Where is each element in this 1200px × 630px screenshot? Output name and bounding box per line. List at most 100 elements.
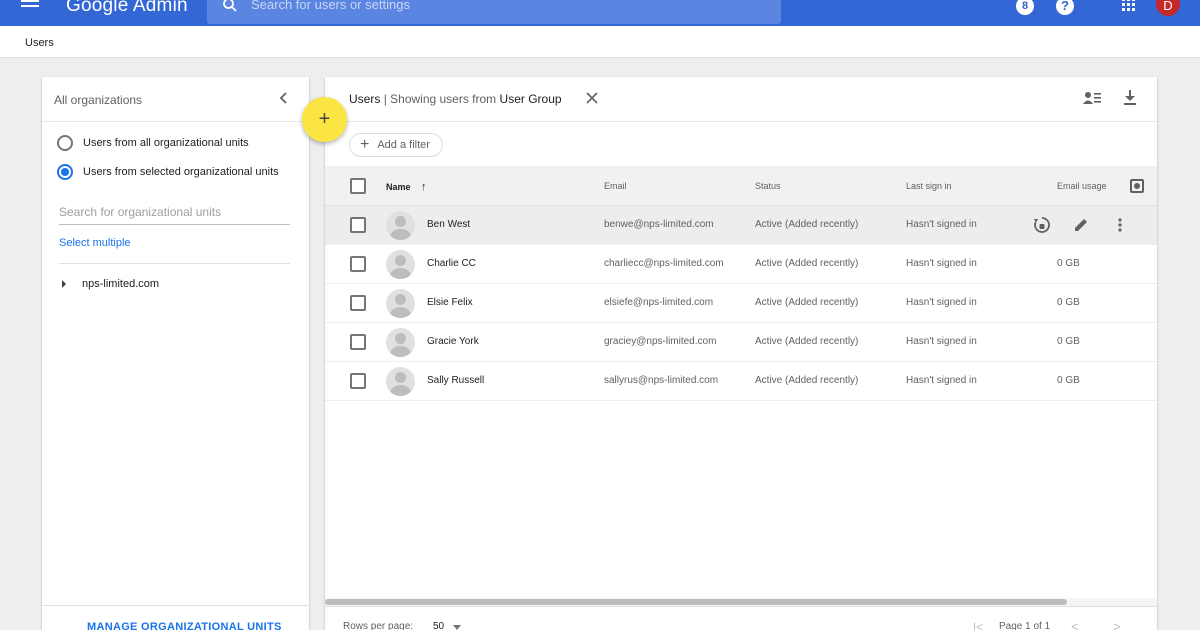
org-panel-header: All organizations bbox=[42, 77, 309, 122]
select-all-checkbox[interactable] bbox=[350, 178, 366, 194]
users-panel-header: Users | Showing users from User Group bbox=[325, 77, 1157, 122]
table-header: Name ↑ Email Status Last sign in Email u… bbox=[325, 166, 1157, 206]
row-checkbox[interactable] bbox=[350, 373, 366, 389]
manage-ou-button[interactable]: MANAGE ORGANIZATIONAL UNITS bbox=[87, 621, 282, 630]
radio-button-checked[interactable] bbox=[57, 164, 73, 180]
menu-icon[interactable] bbox=[21, 0, 41, 12]
radio-all-units[interactable]: Users from all organizational units bbox=[57, 134, 249, 152]
table-footer: Rows per page: 50 |< Page 1 of 1 < > bbox=[325, 606, 1157, 630]
title-middle: | Showing users from bbox=[383, 92, 497, 106]
user-last-sign-in: Hasn't signed in bbox=[906, 258, 977, 269]
table-row[interactable]: Elsie Felix elsiefe@nps-limited.com Acti… bbox=[325, 284, 1157, 323]
table-row[interactable]: Ben West benwe@nps-limited.com Active (A… bbox=[325, 206, 1157, 245]
app-bar: Google Admin Search for users or setting… bbox=[0, 0, 1200, 26]
column-header-last-sign-in[interactable]: Last sign in bbox=[906, 181, 952, 191]
user-email: elsiefe@nps-limited.com bbox=[604, 297, 714, 308]
user-avatar bbox=[386, 328, 415, 357]
user-email-usage: 0 GB bbox=[1057, 375, 1080, 386]
app-logo[interactable]: Google Admin bbox=[66, 0, 188, 17]
reset-password-icon[interactable] bbox=[1033, 216, 1051, 234]
more-options-icon[interactable] bbox=[1111, 216, 1129, 234]
divider bbox=[42, 605, 309, 606]
close-icon[interactable] bbox=[586, 92, 598, 104]
user-name[interactable]: Gracie York bbox=[427, 336, 479, 347]
dropdown-caret-icon[interactable] bbox=[453, 625, 461, 630]
user-avatar bbox=[386, 250, 415, 279]
user-email: charliecc@nps-limited.com bbox=[604, 258, 724, 269]
row-checkbox[interactable] bbox=[350, 256, 366, 272]
previous-page-icon[interactable]: < bbox=[1071, 619, 1079, 630]
row-checkbox[interactable] bbox=[350, 295, 366, 311]
row-checkbox[interactable] bbox=[350, 334, 366, 350]
users-panel: Users | Showing users from User Group + … bbox=[325, 77, 1157, 630]
radio-selected-units[interactable]: Users from selected organizational units bbox=[57, 163, 279, 181]
user-email-usage: 0 GB bbox=[1057, 336, 1080, 347]
radio-label: Users from selected organizational units bbox=[83, 166, 279, 178]
breadcrumb: Users bbox=[0, 26, 1200, 58]
title-users: Users bbox=[349, 92, 381, 106]
add-user-fab[interactable]: + bbox=[302, 97, 347, 142]
account-avatar[interactable]: D bbox=[1156, 0, 1180, 16]
plus-icon: + bbox=[360, 136, 370, 153]
scrollbar-thumb[interactable] bbox=[325, 599, 1067, 605]
help-icon[interactable]: ? bbox=[1056, 0, 1074, 15]
first-page-icon[interactable]: |< bbox=[973, 620, 983, 630]
apps-grid-icon[interactable] bbox=[1122, 0, 1136, 12]
search-icon bbox=[223, 0, 237, 12]
add-filter-button[interactable]: + Add a filter bbox=[349, 133, 443, 157]
user-avatar bbox=[386, 367, 415, 396]
sort-ascending-icon[interactable]: ↑ bbox=[421, 181, 427, 193]
divider bbox=[59, 263, 290, 264]
expand-arrow-icon[interactable] bbox=[62, 280, 66, 288]
title-group: User Group bbox=[499, 92, 562, 106]
user-email: benwe@nps-limited.com bbox=[604, 219, 714, 230]
column-header-email[interactable]: Email bbox=[604, 181, 627, 191]
rows-per-page-select[interactable]: 50 bbox=[433, 621, 444, 630]
logo-admin: Admin bbox=[132, 0, 188, 16]
horizontal-scrollbar[interactable] bbox=[325, 598, 1157, 606]
row-checkbox[interactable] bbox=[350, 217, 366, 233]
column-header-email-usage[interactable]: Email usage bbox=[1057, 181, 1107, 191]
user-last-sign-in: Hasn't signed in bbox=[906, 219, 977, 230]
user-last-sign-in: Hasn't signed in bbox=[906, 336, 977, 347]
org-units-panel: All organizations Users from all organiz… bbox=[42, 77, 309, 630]
user-email: graciey@nps-limited.com bbox=[604, 336, 717, 347]
user-name[interactable]: Ben West bbox=[427, 219, 470, 230]
download-icon[interactable] bbox=[1123, 90, 1137, 106]
select-multiple-link[interactable]: Select multiple bbox=[59, 237, 131, 249]
user-name[interactable]: Elsie Felix bbox=[427, 297, 473, 308]
column-settings-icon[interactable] bbox=[1130, 179, 1144, 193]
collapse-panel-icon[interactable] bbox=[278, 91, 290, 105]
table-row[interactable]: Gracie York graciey@nps-limited.com Acti… bbox=[325, 323, 1157, 362]
user-last-sign-in: Hasn't signed in bbox=[906, 297, 977, 308]
global-search-input[interactable]: Search for users or settings bbox=[207, 0, 781, 24]
user-status: Active (Added recently) bbox=[755, 336, 859, 347]
column-header-name-label: Name bbox=[386, 182, 411, 192]
user-name[interactable]: Sally Russell bbox=[427, 375, 484, 386]
next-page-icon[interactable]: > bbox=[1113, 619, 1121, 630]
ou-search-input[interactable]: Search for organizational units bbox=[59, 203, 290, 225]
user-avatar bbox=[386, 289, 415, 318]
column-header-status[interactable]: Status bbox=[755, 181, 781, 191]
user-last-sign-in: Hasn't signed in bbox=[906, 375, 977, 386]
edit-pencil-icon[interactable] bbox=[1072, 216, 1090, 234]
user-status: Active (Added recently) bbox=[755, 375, 859, 386]
notifications-icon[interactable]: 8 bbox=[1016, 0, 1034, 15]
org-panel-title: All organizations bbox=[54, 93, 143, 107]
user-status: Active (Added recently) bbox=[755, 297, 859, 308]
column-header-name[interactable]: Name ↑ bbox=[386, 181, 427, 193]
breadcrumb-current[interactable]: Users bbox=[25, 37, 54, 49]
page-indicator: Page 1 of 1 bbox=[999, 621, 1051, 630]
user-name[interactable]: Charlie CC bbox=[427, 258, 476, 269]
ou-tree-label: nps-limited.com bbox=[82, 278, 160, 290]
user-avatar bbox=[386, 211, 415, 240]
table-row[interactable]: Charlie CC charliecc@nps-limited.com Act… bbox=[325, 245, 1157, 284]
ou-tree-item[interactable]: nps-limited.com bbox=[62, 278, 159, 290]
users-panel-title: Users | Showing users from User Group bbox=[349, 92, 562, 106]
manage-user-attributes-icon[interactable] bbox=[1083, 91, 1101, 105]
table-row[interactable]: Sally Russell sallyrus@nps-limited.com A… bbox=[325, 362, 1157, 401]
user-status: Active (Added recently) bbox=[755, 258, 859, 269]
radio-button[interactable] bbox=[57, 135, 73, 151]
rows-per-page-label: Rows per page: bbox=[343, 621, 414, 630]
search-placeholder: Search for users or settings bbox=[251, 0, 410, 12]
